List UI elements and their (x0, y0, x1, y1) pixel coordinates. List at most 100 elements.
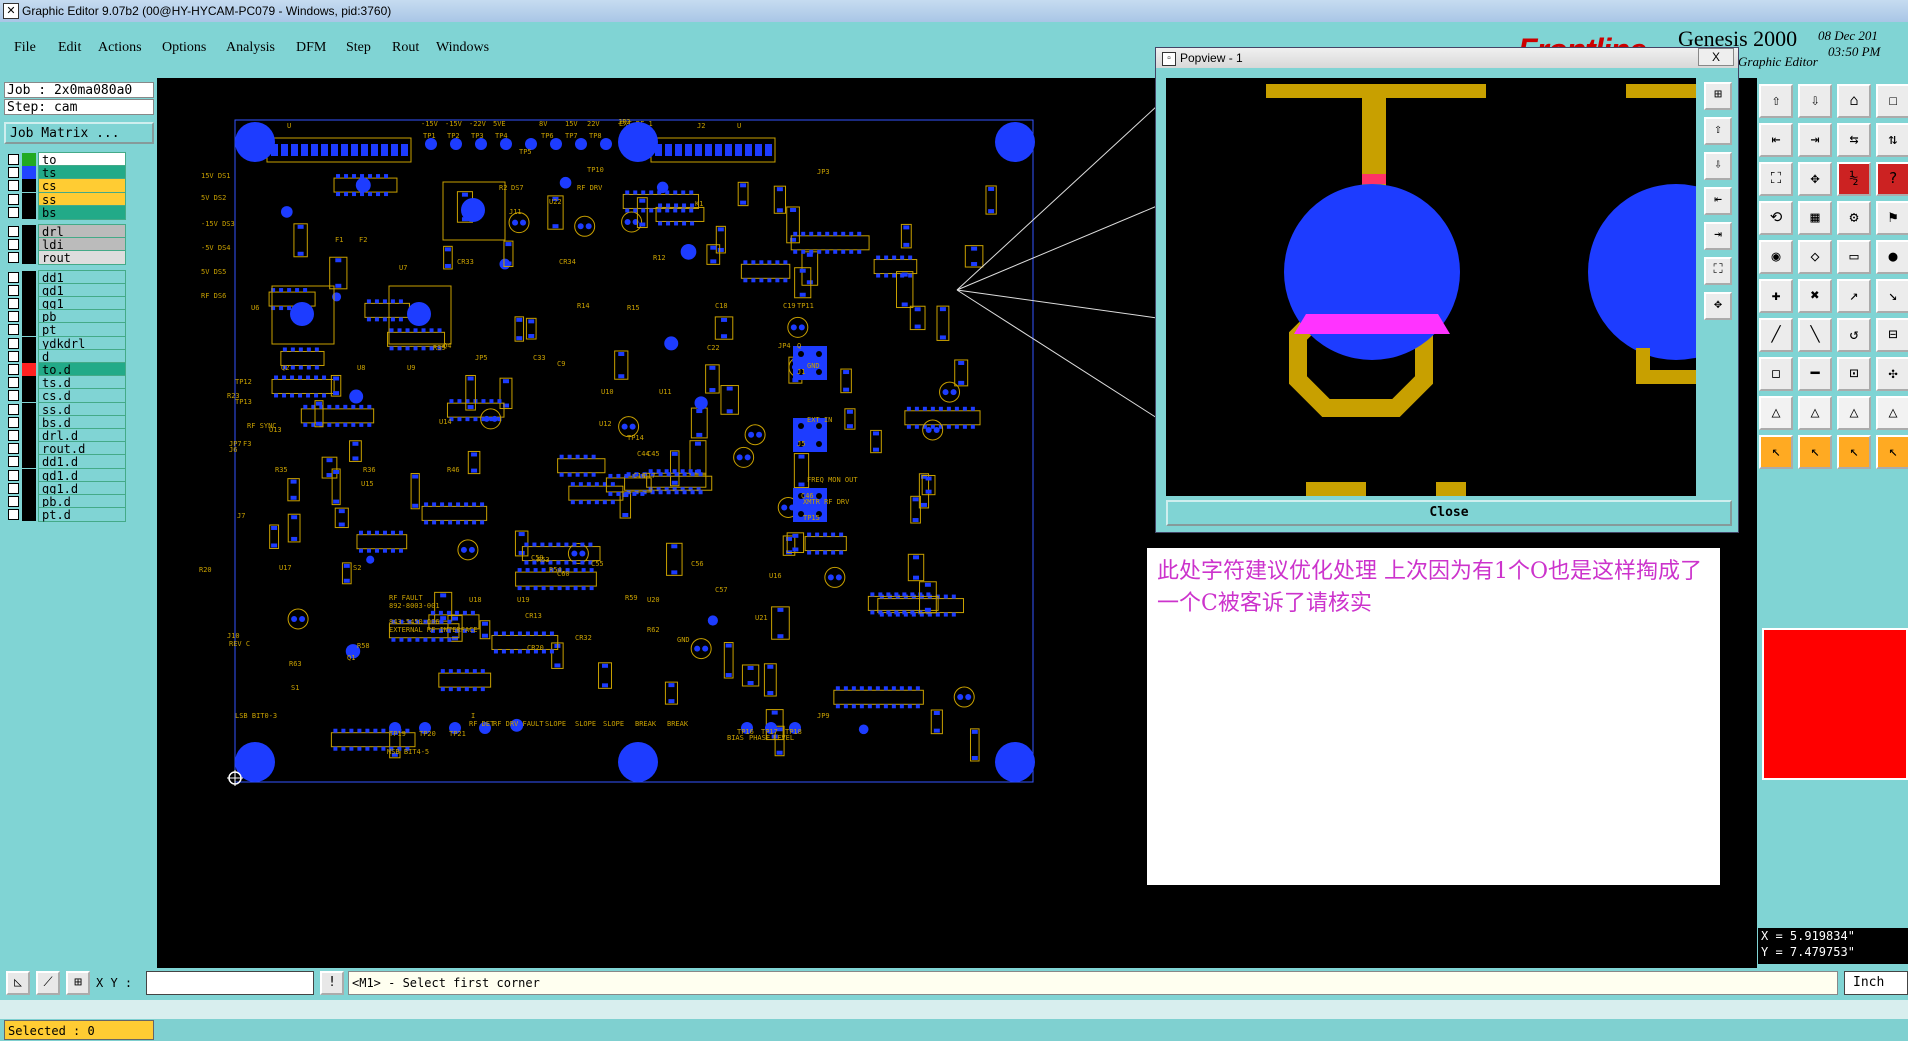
toolbar-tool-icon-38[interactable]: ↖ (1837, 435, 1871, 469)
layer-checkbox[interactable] (8, 337, 19, 349)
layer-color-swatch[interactable] (22, 455, 36, 469)
layer-checkbox[interactable] (8, 226, 19, 237)
toolbar-tool-icon-32[interactable]: △ (1759, 396, 1793, 430)
toolbar-tool-icon-12[interactable]: ⟲ (1759, 201, 1793, 235)
toolbar-tool-icon-0[interactable]: ⇧ (1759, 84, 1793, 118)
layer-color-swatch[interactable] (22, 283, 36, 297)
layer-checkbox[interactable] (8, 324, 19, 336)
menu-file[interactable]: File (14, 40, 36, 62)
layer-name[interactable]: pt.d (38, 507, 126, 523)
menu-dfm[interactable]: DFM (296, 40, 326, 62)
toolbar-tool-icon-6[interactable]: ⇆ (1837, 123, 1871, 157)
toolbar-tool-icon-10[interactable]: ½ (1837, 162, 1871, 196)
layer-color-swatch[interactable] (22, 481, 36, 495)
toolbar-tool-icon-19[interactable]: ● (1876, 240, 1908, 274)
layer-checkbox[interactable] (8, 193, 19, 205)
popview-close-x-button[interactable]: X (1698, 48, 1734, 66)
popview-tool-icon-3[interactable]: ⇤ (1704, 187, 1732, 215)
toolbar-tool-icon-18[interactable]: ▭ (1837, 240, 1871, 274)
layer-checkbox[interactable] (8, 443, 19, 455)
layer-checkbox[interactable] (8, 154, 19, 165)
layer-checkbox[interactable] (8, 180, 19, 192)
toolbar-tool-icon-5[interactable]: ⇥ (1798, 123, 1832, 157)
toolbar-tool-icon-2[interactable]: ⌂ (1837, 84, 1871, 118)
layer-color-swatch[interactable] (22, 179, 36, 193)
layer-color-swatch[interactable] (22, 323, 36, 337)
toolbar-tool-icon-33[interactable]: △ (1798, 396, 1832, 430)
layer-checkbox[interactable] (8, 469, 19, 481)
layer-checkbox[interactable] (8, 298, 19, 309)
layer-color-swatch[interactable] (22, 402, 36, 416)
toolbar-tool-icon-14[interactable]: ⚙ (1837, 201, 1871, 235)
toolbar-tool-icon-36[interactable]: ↖ (1759, 435, 1793, 469)
layer-checkbox[interactable] (8, 482, 19, 494)
layer-checkbox[interactable] (8, 496, 19, 507)
toolbar-tool-icon-35[interactable]: △ (1876, 396, 1908, 430)
layer-color-swatch[interactable] (22, 429, 36, 442)
menu-actions[interactable]: Actions (98, 40, 142, 62)
layer-color-swatch[interactable] (22, 192, 36, 206)
layer-name[interactable]: rout (38, 250, 126, 266)
layer-checkbox[interactable] (8, 416, 19, 428)
toolbar-tool-icon-3[interactable]: ☐ (1876, 84, 1908, 118)
layer-color-swatch[interactable] (22, 376, 36, 390)
layer-color-swatch[interactable] (22, 225, 36, 238)
layer-checkbox[interactable] (8, 239, 19, 251)
toolbar-tool-icon-7[interactable]: ⇅ (1876, 123, 1908, 157)
layer-checkbox[interactable] (8, 456, 19, 468)
layer-color-swatch[interactable] (22, 310, 36, 324)
menu-edit[interactable]: Edit (58, 40, 81, 62)
menu-step[interactable]: Step (346, 40, 371, 62)
popview-tool-icon-4[interactable]: ⇥ (1704, 222, 1732, 250)
layer-color-swatch[interactable] (22, 270, 36, 284)
toolbar-tool-icon-9[interactable]: ✥ (1798, 162, 1832, 196)
xy-input[interactable] (146, 971, 314, 995)
layer-color-swatch[interactable] (22, 442, 36, 456)
toolbar-tool-icon-22[interactable]: ↗ (1837, 279, 1871, 313)
toolbar-tool-icon-29[interactable]: ━ (1798, 357, 1832, 391)
layer-checkbox[interactable] (8, 509, 19, 521)
layer-checkbox[interactable] (8, 271, 19, 283)
toolbar-tool-icon-23[interactable]: ↘ (1876, 279, 1908, 313)
units-selector[interactable]: Inch (1844, 971, 1908, 995)
layer-color-swatch[interactable] (22, 389, 36, 403)
layer-checkbox[interactable] (8, 350, 19, 362)
popview-tool-icon-0[interactable]: ⊞ (1704, 82, 1732, 110)
toolbar-tool-icon-26[interactable]: ↺ (1837, 318, 1871, 352)
popview-close-button[interactable]: Close (1166, 500, 1732, 526)
layer-checkbox[interactable] (8, 364, 19, 375)
toolbar-tool-icon-15[interactable]: ⚑ (1876, 201, 1908, 235)
toolbar-tool-icon-37[interactable]: ↖ (1798, 435, 1832, 469)
layer-color-swatch[interactable] (22, 238, 36, 252)
menu-analysis[interactable]: Analysis (226, 40, 275, 62)
layer-color-swatch[interactable] (22, 166, 36, 180)
layer-color-swatch[interactable] (22, 415, 36, 429)
popview-tool-icon-2[interactable]: ⇩ (1704, 152, 1732, 180)
toolbar-tool-icon-16[interactable]: ◉ (1759, 240, 1793, 274)
toolbar-tool-icon-11[interactable]: ? (1876, 162, 1908, 196)
layer-row-pt-d[interactable]: pt.d (4, 507, 130, 523)
layer-color-swatch[interactable] (22, 153, 36, 166)
menu-options[interactable]: Options (162, 40, 206, 62)
layer-color-swatch[interactable] (22, 336, 36, 350)
popview-titlebar[interactable]: ▫ Popview - 1 X (1156, 48, 1738, 68)
toolbar-tool-icon-24[interactable]: ╱ (1759, 318, 1793, 352)
toolbar-tool-icon-20[interactable]: ✚ (1759, 279, 1793, 313)
layer-color-swatch[interactable] (22, 349, 36, 363)
toolbar-tool-icon-13[interactable]: ▦ (1798, 201, 1832, 235)
layer-color-swatch[interactable] (22, 251, 36, 265)
layer-checkbox[interactable] (8, 377, 19, 389)
layer-checkbox[interactable] (8, 403, 19, 415)
toolbar-tool-icon-34[interactable]: △ (1837, 396, 1871, 430)
layer-color-swatch[interactable] (22, 508, 36, 522)
toolbar-tool-icon-1[interactable]: ⇩ (1798, 84, 1832, 118)
popview-tool-icon-1[interactable]: ⇧ (1704, 117, 1732, 145)
toolbar-tool-icon-8[interactable]: ⛶ (1759, 162, 1793, 196)
popview-window[interactable]: ▫ Popview - 1 X ⊞ ⇧ ⇩ ⇤ ⇥ ⛶ ✥ Close (1155, 47, 1739, 533)
layer-checkbox[interactable] (8, 252, 19, 264)
menu-rout[interactable]: Rout (392, 40, 419, 62)
zoom-tool-icon[interactable]: ◺ (6, 971, 30, 995)
layer-checkbox[interactable] (8, 206, 19, 218)
layer-row-rout[interactable]: rout (4, 250, 130, 266)
toolbar-tool-icon-27[interactable]: ⊟ (1876, 318, 1908, 352)
